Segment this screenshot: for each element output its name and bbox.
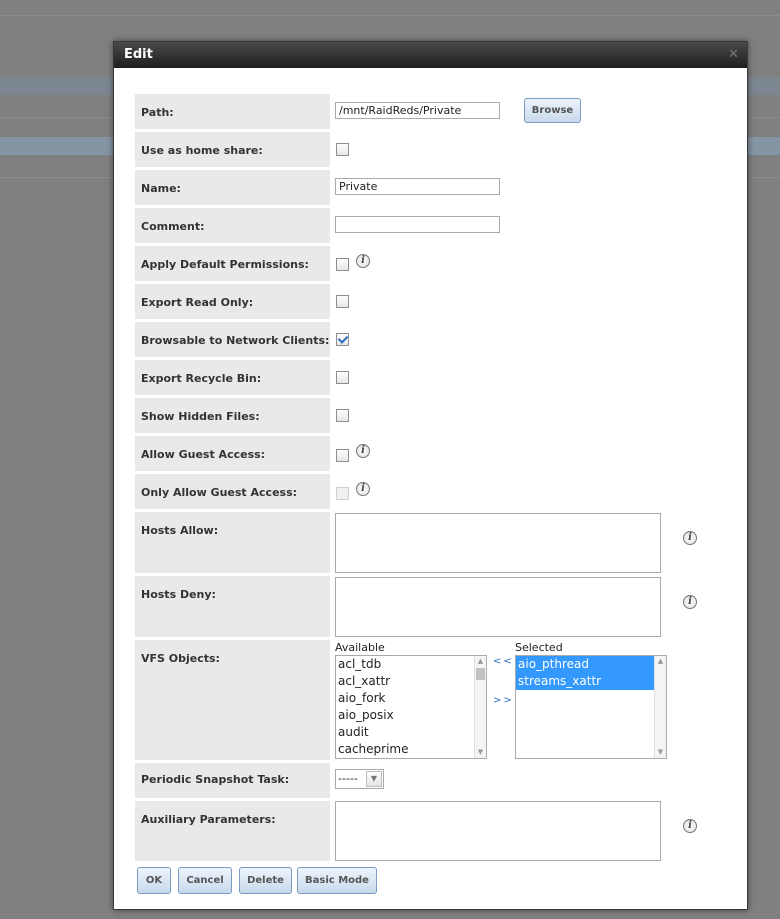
scroll-up-icon[interactable]: ▲ — [476, 657, 485, 666]
cancel-button[interactable]: Cancel — [178, 867, 232, 894]
read-only-checkbox[interactable] — [336, 295, 349, 308]
basic-mode-button[interactable]: Basic Mode — [297, 867, 377, 894]
home-share-checkbox[interactable] — [336, 143, 349, 156]
name-input[interactable]: Private — [335, 178, 500, 195]
list-item[interactable]: acl_tdb — [336, 656, 486, 673]
hidden-files-row: Show Hidden Files: — [135, 398, 330, 433]
edit-dialog: Edit ✕ Path: /mnt/RaidReds/Private Brows… — [113, 41, 748, 910]
list-item[interactable]: aio_posix — [336, 707, 486, 724]
close-icon[interactable]: ✕ — [728, 48, 739, 61]
delete-button[interactable]: Delete — [239, 867, 292, 894]
default-permissions-label: Apply Default Permissions: — [141, 258, 309, 271]
aux-textarea[interactable] — [335, 801, 661, 861]
snapshot-select[interactable]: ----- ▼ — [335, 769, 384, 789]
move-left-button[interactable]: << — [493, 656, 514, 667]
path-row: Path: — [135, 94, 330, 129]
list-item[interactable]: aio_pthread — [516, 656, 666, 673]
only-guest-checkbox — [336, 487, 349, 500]
bg-divider — [0, 15, 780, 16]
home-share-label: Use as home share: — [141, 144, 263, 157]
name-row: Name: — [135, 170, 330, 205]
browsable-label: Browsable to Network Clients: — [141, 334, 330, 347]
hosts-deny-label: Hosts Deny: — [141, 588, 216, 601]
dialog-title: Edit — [124, 47, 153, 62]
guest-access-label: Allow Guest Access: — [141, 448, 266, 461]
vfs-selected-caption: Selected — [515, 641, 563, 654]
vfs-label: VFS Objects: — [141, 652, 220, 665]
scroll-down-icon[interactable]: ▼ — [476, 748, 485, 757]
vfs-row: VFS Objects: — [135, 640, 330, 760]
info-icon[interactable]: i — [683, 531, 697, 545]
available-scrollbar[interactable]: ▲ ▼ — [474, 656, 486, 758]
path-label: Path: — [141, 106, 174, 119]
list-item[interactable]: aio_fork — [336, 690, 486, 707]
snapshot-value: ----- — [338, 772, 358, 785]
scroll-up-icon[interactable]: ▲ — [656, 657, 665, 666]
info-icon[interactable]: i — [356, 482, 370, 496]
only-guest-label: Only Allow Guest Access: — [141, 486, 298, 499]
info-icon[interactable]: i — [356, 444, 370, 458]
hidden-files-label: Show Hidden Files: — [141, 410, 260, 423]
browsable-checkbox[interactable] — [336, 333, 349, 346]
hosts-deny-textarea[interactable] — [335, 577, 661, 637]
selected-items: aio_pthread streams_xattr — [516, 656, 666, 690]
home-share-row: Use as home share: — [135, 132, 330, 167]
path-input[interactable]: /mnt/RaidReds/Private — [335, 102, 500, 119]
read-only-label: Export Read Only: — [141, 296, 254, 309]
only-guest-row: Only Allow Guest Access: — [135, 474, 330, 509]
comment-row: Comment: — [135, 208, 330, 243]
info-icon[interactable]: i — [683, 819, 697, 833]
chevron-down-icon[interactable]: ▼ — [366, 771, 382, 787]
hidden-files-checkbox[interactable] — [336, 409, 349, 422]
list-item[interactable]: audit — [336, 724, 486, 741]
selected-scrollbar[interactable]: ▲ ▼ — [654, 656, 666, 758]
default-permissions-checkbox[interactable] — [336, 258, 349, 271]
snapshot-label: Periodic Snapshot Task: — [141, 773, 290, 786]
list-item[interactable]: streams_xattr — [516, 673, 666, 690]
vfs-available-caption: Available — [335, 641, 385, 654]
move-right-button[interactable]: >> — [493, 695, 514, 706]
info-icon[interactable]: i — [356, 254, 370, 268]
recycle-bin-checkbox[interactable] — [336, 371, 349, 384]
info-icon[interactable]: i — [683, 595, 697, 609]
scroll-thumb[interactable] — [476, 668, 485, 680]
hosts-deny-row: Hosts Deny: — [135, 576, 330, 637]
browse-button[interactable]: Browse — [524, 98, 581, 123]
comment-input[interactable] — [335, 216, 500, 233]
aux-label: Auxiliary Parameters: — [141, 813, 276, 826]
hosts-allow-label: Hosts Allow: — [141, 524, 219, 537]
guest-access-checkbox[interactable] — [336, 449, 349, 462]
vfs-selected-list[interactable]: aio_pthread streams_xattr ▲ ▼ — [515, 655, 667, 759]
comment-label: Comment: — [141, 220, 205, 233]
available-items: acl_tdb acl_xattr aio_fork aio_posix aud… — [336, 656, 486, 758]
vfs-available-list[interactable]: acl_tdb acl_xattr aio_fork aio_posix aud… — [335, 655, 487, 759]
recycle-bin-row: Export Recycle Bin: — [135, 360, 330, 395]
snapshot-row: Periodic Snapshot Task: — [135, 763, 330, 798]
hosts-allow-textarea[interactable] — [335, 513, 661, 573]
list-item[interactable]: cacheprime — [336, 741, 486, 758]
read-only-row: Export Read Only: — [135, 284, 330, 319]
ok-button[interactable]: OK — [137, 867, 171, 894]
recycle-bin-label: Export Recycle Bin: — [141, 372, 262, 385]
list-item[interactable]: acl_xattr — [336, 673, 486, 690]
default-permissions-row: Apply Default Permissions: — [135, 246, 330, 281]
hosts-allow-row: Hosts Allow: — [135, 512, 330, 573]
aux-row: Auxiliary Parameters: — [135, 801, 330, 861]
dialog-titlebar: Edit ✕ — [114, 42, 747, 68]
guest-access-row: Allow Guest Access: — [135, 436, 330, 471]
scroll-down-icon[interactable]: ▼ — [656, 748, 665, 757]
name-label: Name: — [141, 182, 181, 195]
browsable-row: Browsable to Network Clients: — [135, 322, 330, 357]
